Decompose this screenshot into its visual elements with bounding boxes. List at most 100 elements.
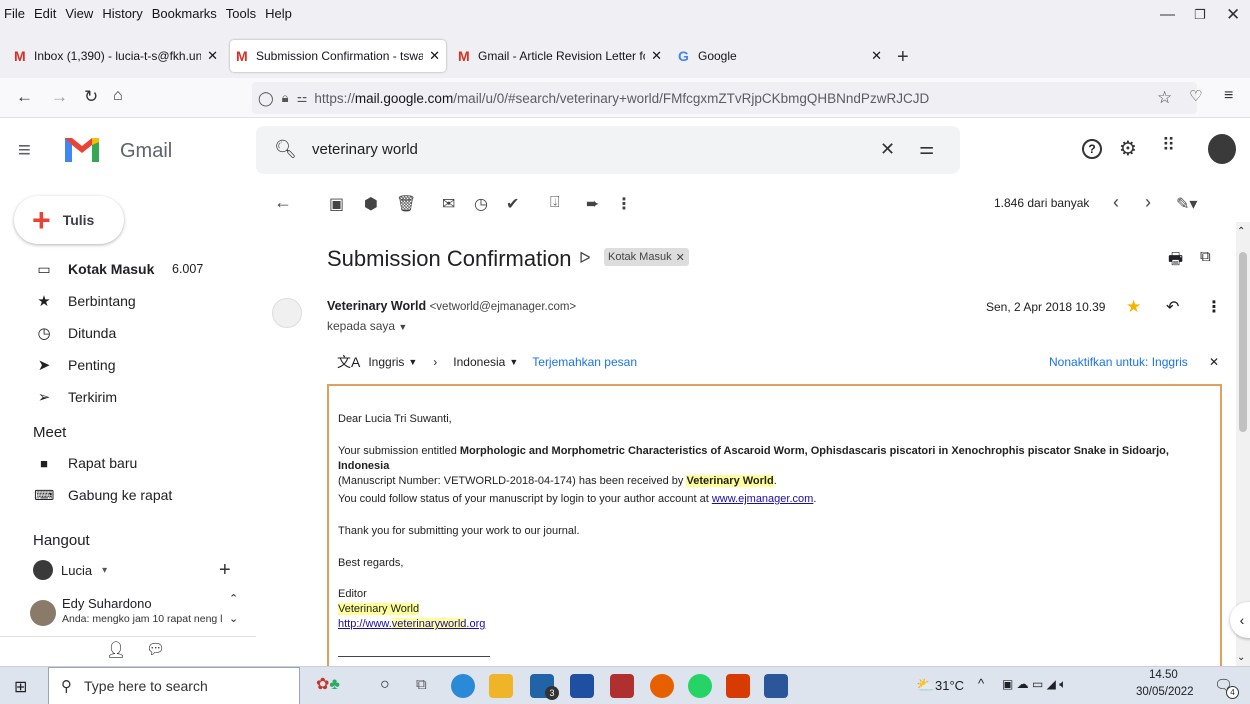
permissions-icon[interactable]: ⚍ [297,91,308,105]
chat-bubble-icon[interactable]: 💬︎ [146,640,165,658]
scroll-up-icon[interactable]: ⌃ [229,592,238,605]
menu-edit[interactable]: Edit [34,6,56,21]
add-task-icon[interactable]: ✔ [506,194,519,214]
translate-message-link[interactable]: Terjemahkan pesan [532,355,637,369]
account-avatar[interactable] [1208,134,1236,164]
menu-bookmarks[interactable]: Bookmarks [152,6,217,21]
mark-unread-icon[interactable]: ✉ [442,194,455,214]
task-view-icon[interactable]: ⧉ [416,676,427,693]
tab-article-revision[interactable]: M Gmail - Article Revision Letter fc ✕ [452,40,668,72]
label-icon[interactable]: ➨ [586,194,599,214]
home-icon[interactable]: ⌂ [113,87,123,105]
url-highlight[interactable]: veterinaryworld [391,618,467,630]
whatsapp-icon[interactable] [688,674,712,698]
hangout-user[interactable]: Lucia ▾ + [33,559,233,581]
weather-icon[interactable]: ⛅ [916,676,935,694]
menu-history[interactable]: History [102,6,142,21]
sidebar-item-starred[interactable]: ★ Berbintang [0,285,256,317]
sidebar-item-snoozed[interactable]: ◷ Ditunda [0,317,256,349]
url-bar[interactable]: ◯ 🔒︎ ⚍ https://mail.google.com/mail/u/0/… [252,82,1197,114]
reply-icon[interactable]: ↶ [1166,297,1179,317]
close-tab-icon[interactable]: ✕ [651,48,662,64]
calculator-icon[interactable] [610,674,634,698]
snooze-icon[interactable]: ◷ [474,194,488,214]
taskbar-search[interactable]: ⚲ Type here to search [48,667,300,704]
word-icon[interactable] [764,674,788,698]
office-icon[interactable] [726,674,750,698]
sidebar-item-inbox[interactable]: ▭ Kotak Masuk 6.007 [0,253,256,285]
search-options-icon[interactable]: ⚌ [919,139,934,159]
move-to-icon[interactable]: ⍗ [550,194,560,212]
sidebar-item-important[interactable]: ➤ Penting [0,349,256,381]
main-menu-icon[interactable]: ≡ [18,137,31,163]
meet-join-meeting[interactable]: ⌨ Gabung ke rapat [0,479,256,511]
back-to-list-icon[interactable]: ← [274,192,292,213]
older-icon[interactable]: › [1145,192,1151,213]
new-tab-icon[interactable]: + [897,46,909,69]
firefox-icon[interactable] [650,674,674,698]
add-contact-icon[interactable]: + [219,559,231,582]
ejmanager-link[interactable]: www.ejmanager.com [712,493,814,505]
bookmark-star-icon[interactable]: ☆ [1157,88,1172,108]
label-chip[interactable]: Kotak Masuk ✕ [604,248,689,266]
file-explorer-icon[interactable] [489,674,513,698]
taskbar-search-input[interactable]: Type here to search [84,678,208,694]
close-window-icon[interactable]: ✕ [1226,5,1240,25]
menu-view[interactable]: View [65,6,93,21]
recipient-dropdown-icon[interactable]: ▼ [398,322,407,332]
menu-file[interactable]: File [4,6,25,21]
close-tab-icon[interactable]: ✕ [871,48,882,64]
windows-start-icon[interactable]: ⊞ [14,677,27,697]
remove-label-icon[interactable]: ✕ [676,251,685,264]
page-scrollbar[interactable] [1236,222,1250,666]
zotero-icon[interactable] [570,674,594,698]
taskbar-time[interactable]: 14.50 [1149,669,1178,681]
source-language-dropdown-icon[interactable]: ▼ [408,357,417,367]
close-tab-icon[interactable]: ✕ [429,48,440,64]
tab-submission-confirmation[interactable]: M Submission Confirmation - tswa ✕ [230,40,446,72]
tray-expand-icon[interactable]: ^ [978,676,984,691]
disable-translation-link[interactable]: Nonaktifkan untuk: Inggris [1049,355,1188,369]
importance-marker-icon[interactable]: ᐅ [579,249,591,267]
scrollbar-thumb[interactable] [1239,252,1247,432]
weather-temp[interactable]: 31°C [935,678,964,693]
sidebar-item-sent[interactable]: ➢ Terkirim [0,381,256,413]
search-icon[interactable]: 🔍︎ [274,139,297,160]
archive-icon[interactable]: ▣ [329,194,344,214]
pocket-icon[interactable]: ♡ [1189,87,1202,105]
app-menu-icon[interactable]: ≡ [1224,87,1233,105]
taskbar-date[interactable]: 30/05/2022 [1136,686,1194,698]
apps-grid-icon[interactable]: ⠿ [1162,135,1175,156]
more-options-icon[interactable]: ⋮ [616,194,632,214]
star-icon[interactable]: ★ [1126,297,1141,317]
menu-tools[interactable]: Tools [226,6,256,21]
open-new-window-icon[interactable]: ⧉ [1200,248,1211,265]
forward-icon[interactable]: → [51,87,68,107]
close-tab-icon[interactable]: ✕ [207,48,218,64]
meet-new-meeting[interactable]: ■ Rapat baru [0,447,256,479]
restore-icon[interactable]: ❐ [1194,7,1206,23]
mail-app-icon[interactable]: 3 [530,674,559,700]
delete-icon[interactable]: 🗑︎ [396,194,416,214]
shield-icon[interactable]: ◯ [258,90,274,107]
reload-icon[interactable]: ↻ [84,87,98,107]
close-translation-icon[interactable]: ✕ [1209,355,1219,369]
hangout-contact[interactable]: Edy Suhardono Anda: mengko jam 10 rapat … [30,592,246,632]
settings-gear-icon[interactable]: ⚙ [1119,136,1137,161]
tray-icons[interactable]: ▣ ☁ ▭ ◢ 🔈︎ [1002,677,1066,692]
lock-icon[interactable]: 🔒︎ [282,90,289,106]
clear-search-icon[interactable]: ✕ [880,139,895,160]
status-dropdown-icon[interactable]: ▾ [102,565,107,576]
scroll-down-arrow-icon[interactable]: ⌄ [1237,652,1245,663]
print-icon[interactable]: 🖶︎ [1168,248,1183,275]
url-prefix[interactable]: http://www. [338,618,392,630]
gmail-logo-icon[interactable] [62,132,106,166]
source-language[interactable]: Inggris [368,355,404,369]
news-icon[interactable]: ✿♣ [316,674,362,698]
compose-button[interactable]: + Tulis [14,196,124,244]
tab-inbox[interactable]: M Inbox (1,390) - lucia-t-s@fkh.un ✕ [8,40,224,72]
menu-help[interactable]: Help [265,6,292,21]
scroll-up-arrow-icon[interactable]: ⌃ [1237,226,1245,237]
url-suffix[interactable]: .org [466,618,485,630]
message-more-icon[interactable]: ⋮ [1206,297,1222,317]
